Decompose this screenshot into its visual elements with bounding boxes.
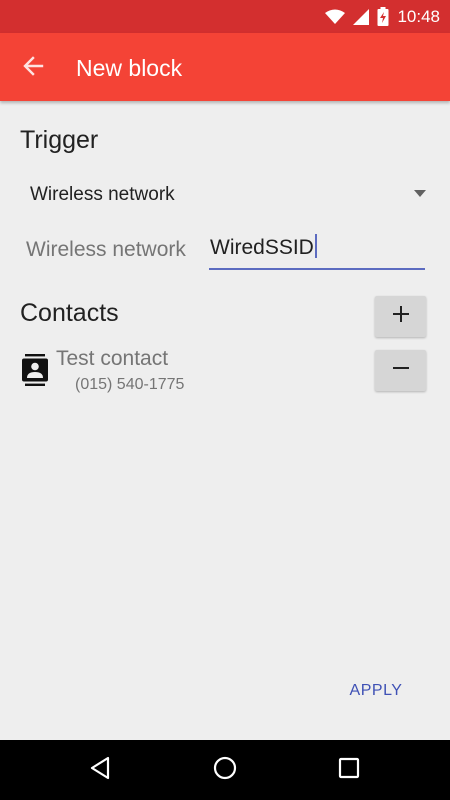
contact-card-icon [22,354,48,391]
trigger-type-dropdown[interactable]: Wireless network [20,175,432,215]
plus-icon [391,304,411,329]
navigation-bar [0,740,450,800]
trigger-heading: Trigger [20,126,99,154]
battery-charging-icon [377,7,389,26]
wifi-icon [325,9,346,25]
signal-icon [353,8,370,25]
trigger-type-value: Wireless network [30,184,175,205]
app-bar: New block [0,33,450,101]
nav-home-button[interactable] [207,752,243,788]
nav-back-triangle-icon [89,756,111,785]
back-button[interactable] [18,53,48,83]
apply-button[interactable]: APPLY [336,676,416,706]
wireless-network-input[interactable]: WiredSSID [209,228,425,270]
nav-home-circle-icon [213,756,237,785]
contact-name: Test contact [56,347,169,370]
contact-phone: (015) 540-1775 [75,376,185,393]
dropdown-arrow-icon [414,190,426,197]
wireless-network-label: Wireless network [26,238,186,261]
minus-icon [391,358,411,383]
contact-list-item: Test contact (015) 540-1775 [20,345,360,401]
nav-recents-button[interactable] [331,752,367,788]
text-caret [314,234,317,258]
nav-recents-square-icon [338,757,360,784]
arrow-back-icon [22,55,44,82]
page-title: New block [76,55,183,81]
remove-contact-button[interactable] [375,350,426,391]
add-contact-button[interactable] [375,296,426,337]
status-icons: 10:48 [325,0,440,33]
status-time: 10:48 [397,6,440,26]
nav-back-button[interactable] [82,752,118,788]
wireless-network-value: WiredSSID [210,234,317,260]
contacts-heading: Contacts [20,299,119,327]
status-bar: 10:48 [0,0,450,33]
